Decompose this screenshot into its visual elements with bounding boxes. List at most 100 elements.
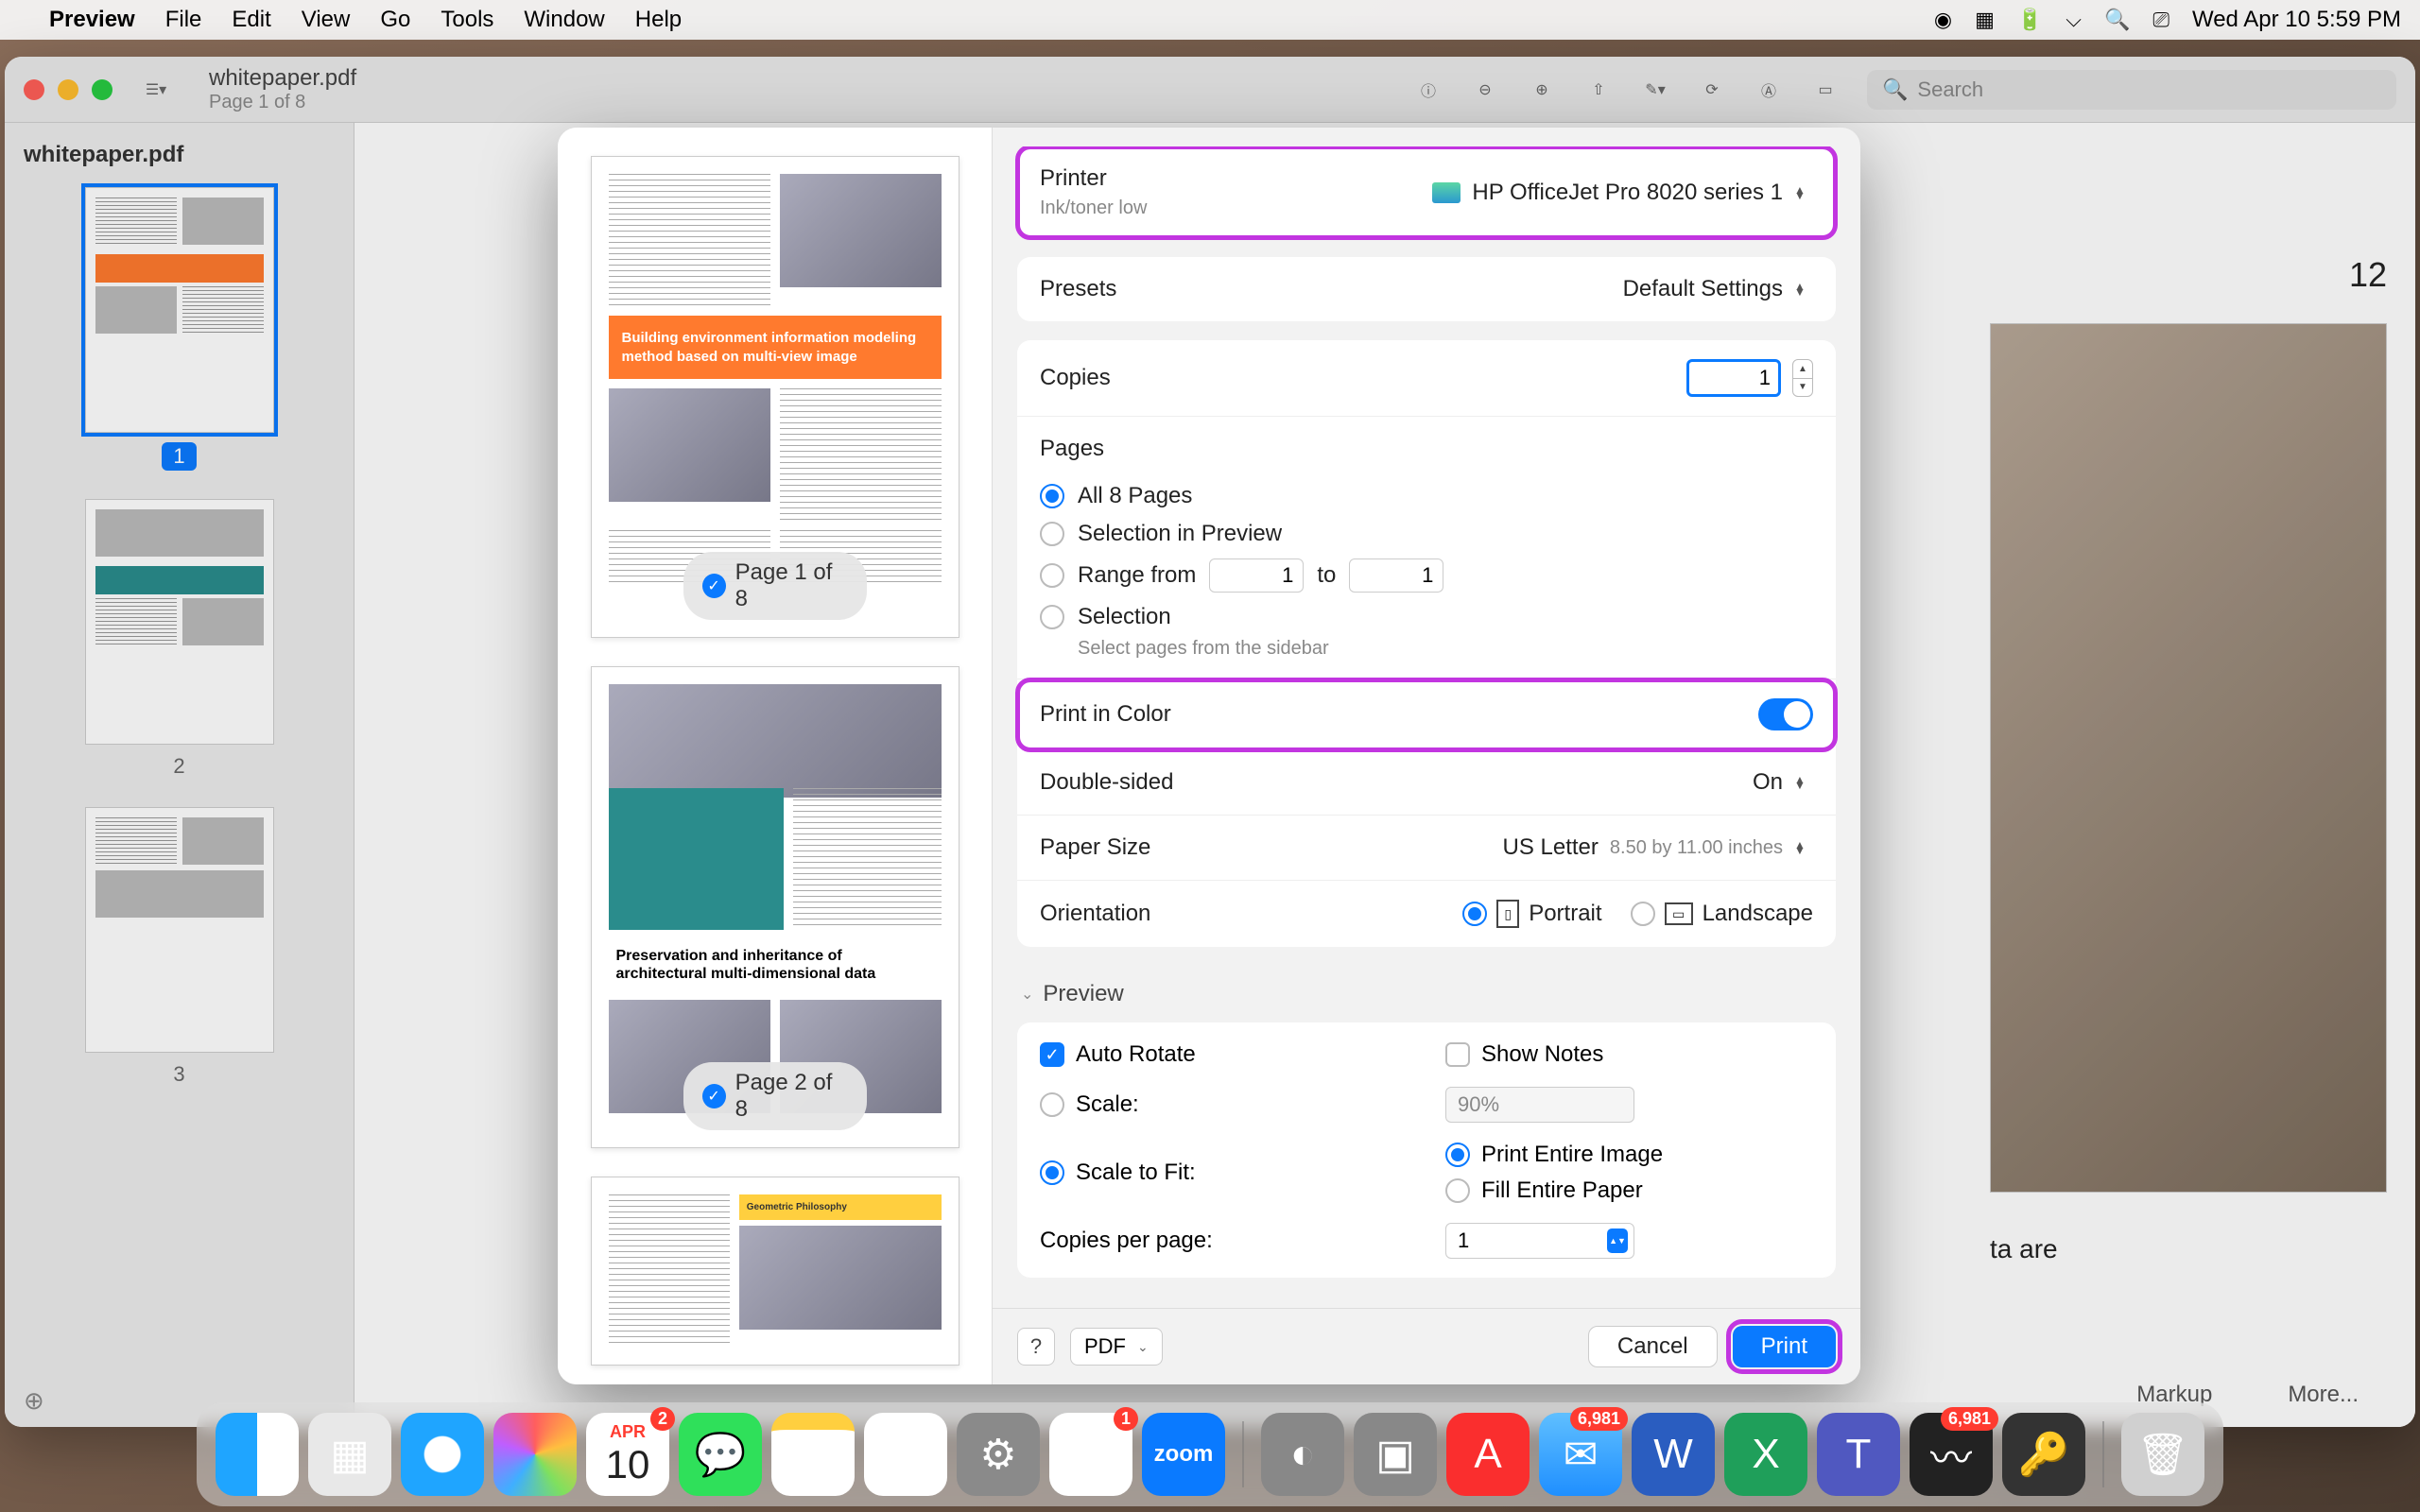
menu-tools[interactable]: Tools (441, 7, 493, 33)
orientation-portrait-radio[interactable]: ▯ Portrait (1462, 900, 1601, 928)
dock-freeform[interactable]: 〰 (864, 1413, 947, 1496)
fit-entire-image-label: Print Entire Image (1481, 1142, 1663, 1168)
orientation-landscape-radio[interactable]: ▭ Landscape (1631, 901, 1813, 927)
page-badge-1: ✓ Page 1 of 8 (683, 552, 867, 620)
menu-edit[interactable]: Edit (232, 7, 270, 33)
copies-stepper[interactable]: ▲▼ (1792, 359, 1813, 397)
dock-teams[interactable]: T (1817, 1413, 1900, 1496)
range-from-input[interactable] (1209, 558, 1304, 593)
content-text: ta are (1990, 1230, 2387, 1267)
dock-messages[interactable]: 💬 (679, 1413, 762, 1496)
scale-radio[interactable]: Scale: (1040, 1087, 1408, 1123)
share-icon[interactable]: ⇧ (1583, 75, 1614, 105)
highlight-icon[interactable]: ✎▾ (1640, 75, 1670, 105)
preview-section-header[interactable]: ⌄ Preview (1017, 966, 1836, 1022)
dropdown-arrows-icon: ▲▼ (1794, 278, 1813, 301)
app-name[interactable]: Preview (49, 7, 135, 33)
copies-per-page-select[interactable]: 1 ▲▼ (1445, 1223, 1634, 1259)
copies-input[interactable] (1686, 359, 1781, 397)
print-color-toggle[interactable] (1758, 698, 1813, 730)
menu-extra-icon[interactable]: ▦ (1975, 8, 1995, 32)
pages-range-label: Range from (1078, 562, 1196, 589)
dock-mail[interactable]: ✉6,981 (1539, 1413, 1622, 1496)
dock-acrobat[interactable]: A (1446, 1413, 1530, 1496)
pdf-dropdown-button[interactable]: PDF ⌄ (1070, 1328, 1163, 1366)
page-badge-2-label: Page 2 of 8 (735, 1070, 848, 1123)
grammarly-icon[interactable]: ◉ (1934, 8, 1952, 32)
check-icon: ✓ (702, 1084, 726, 1108)
thumbnail-2[interactable] (85, 499, 274, 745)
dock-finder[interactable] (216, 1413, 299, 1496)
thumbnail-1[interactable] (85, 187, 274, 433)
dock-chrome[interactable]: ◯1 (1049, 1413, 1132, 1496)
battery-icon[interactable]: 🔋 (2017, 8, 2043, 32)
fill-entire-paper-radio[interactable]: Fill Entire Paper (1445, 1177, 1813, 1204)
dock-trash[interactable]: 🗑 (2121, 1413, 2204, 1496)
search-placeholder: Search (1917, 77, 1983, 102)
pages-selection-preview-radio[interactable]: Selection in Preview (1040, 515, 1813, 553)
markup-icon[interactable]: Ⓐ (1754, 75, 1784, 105)
dock-app-3[interactable]: 〰6,981 (1910, 1413, 1993, 1496)
cancel-button[interactable]: Cancel (1588, 1326, 1718, 1367)
print-entire-image-radio[interactable]: Print Entire Image (1445, 1142, 1813, 1168)
pages-range-radio[interactable]: Range from to (1040, 553, 1813, 598)
clock[interactable]: Wed Apr 10 5:59 PM (2192, 7, 2401, 33)
dock-settings[interactable]: ⚙ (957, 1413, 1040, 1496)
search-input[interactable]: 🔍 Search (1867, 70, 2396, 110)
spotlight-icon[interactable]: 🔍 (2104, 8, 2130, 32)
wifi-icon[interactable]: ⌵ (2066, 8, 2082, 32)
paper-size-select[interactable]: US Letter 8.50 by 11.00 inches ▲▼ (1503, 834, 1814, 861)
zoom-window-button[interactable] (92, 79, 112, 100)
dock-zoom[interactable]: zoom (1142, 1413, 1225, 1496)
menu-view[interactable]: View (302, 7, 351, 33)
dock: ▦ APR 10 2 💬 〰 ⚙ ◯1 zoom ◐ ▣ A ✉6,981 W … (197, 1402, 2223, 1506)
rotate-icon[interactable]: ⟳ (1697, 75, 1727, 105)
control-center-icon[interactable]: ⎚ (2152, 8, 2169, 32)
menu-window[interactable]: Window (524, 7, 604, 33)
sidebar-toggle-icon[interactable]: ☰▾ (141, 75, 171, 105)
zoom-in-icon[interactable]: ⊕ (1527, 75, 1557, 105)
thumbnail-3[interactable] (85, 807, 274, 1053)
dock-keychain[interactable]: 🔑 (2002, 1413, 2085, 1496)
dock-launchpad[interactable]: ▦ (308, 1413, 391, 1496)
dock-photos[interactable] (493, 1413, 577, 1496)
close-window-button[interactable] (24, 79, 44, 100)
dock-notes[interactable] (771, 1413, 855, 1496)
dock-calendar[interactable]: APR 10 2 (586, 1413, 669, 1496)
dock-word[interactable]: W (1632, 1413, 1715, 1496)
pages-all-radio[interactable]: All 8 Pages (1040, 477, 1813, 515)
document-title: whitepaper.pdf (209, 65, 356, 92)
print-dialog-form: Printer Ink/toner low HP OfficeJet Pro 8… (993, 128, 1860, 1384)
zoom-out-icon[interactable]: ⊖ (1470, 75, 1500, 105)
info-icon[interactable]: ⓘ (1413, 75, 1443, 105)
menu-help[interactable]: Help (635, 7, 682, 33)
dock-app-1[interactable]: ◐ (1261, 1413, 1344, 1496)
printer-select[interactable]: HP OfficeJet Pro 8020 series 1 ▲▼ (1432, 180, 1813, 206)
menu-go[interactable]: Go (380, 7, 410, 33)
form-icon[interactable]: ▭ (1810, 75, 1841, 105)
copies-per-page-label: Copies per page: (1040, 1228, 1213, 1254)
auto-rotate-checkbox[interactable]: ✓ Auto Rotate (1040, 1041, 1408, 1068)
dock-excel[interactable]: X (1724, 1413, 1807, 1496)
app3-badge: 6,981 (1941, 1407, 1998, 1431)
presets-select[interactable]: Default Settings ▲▼ (1623, 276, 1813, 302)
minimize-window-button[interactable] (58, 79, 78, 100)
more-link[interactable]: More... (2288, 1382, 2359, 1408)
add-page-button[interactable]: ⊕ (24, 1386, 44, 1416)
dock-app-2[interactable]: ▣ (1354, 1413, 1437, 1496)
range-to-input[interactable] (1349, 558, 1443, 593)
show-notes-checkbox[interactable]: Show Notes (1445, 1041, 1813, 1068)
page-badge-2: ✓ Page 2 of 8 (683, 1062, 867, 1130)
menu-file[interactable]: File (165, 7, 202, 33)
scale-to-fit-radio[interactable]: Scale to Fit: (1040, 1142, 1408, 1204)
dock-safari[interactable] (401, 1413, 484, 1496)
print-preview-page-1[interactable]: Building environment information modelin… (591, 156, 959, 638)
scale-input[interactable] (1445, 1087, 1634, 1123)
print-preview-page-2[interactable]: Preservation and inheritance of architec… (591, 666, 959, 1148)
help-button[interactable]: ? (1017, 1328, 1055, 1366)
print-button-highlighted[interactable]: Print (1733, 1326, 1836, 1367)
pages-selection-radio[interactable]: Selection (1040, 598, 1813, 636)
duplex-select[interactable]: On ▲▼ (1753, 769, 1813, 796)
print-preview-page-3[interactable]: Geometric Philosophy (591, 1177, 959, 1366)
dialog-footer: ? PDF ⌄ Cancel Print (993, 1308, 1860, 1384)
